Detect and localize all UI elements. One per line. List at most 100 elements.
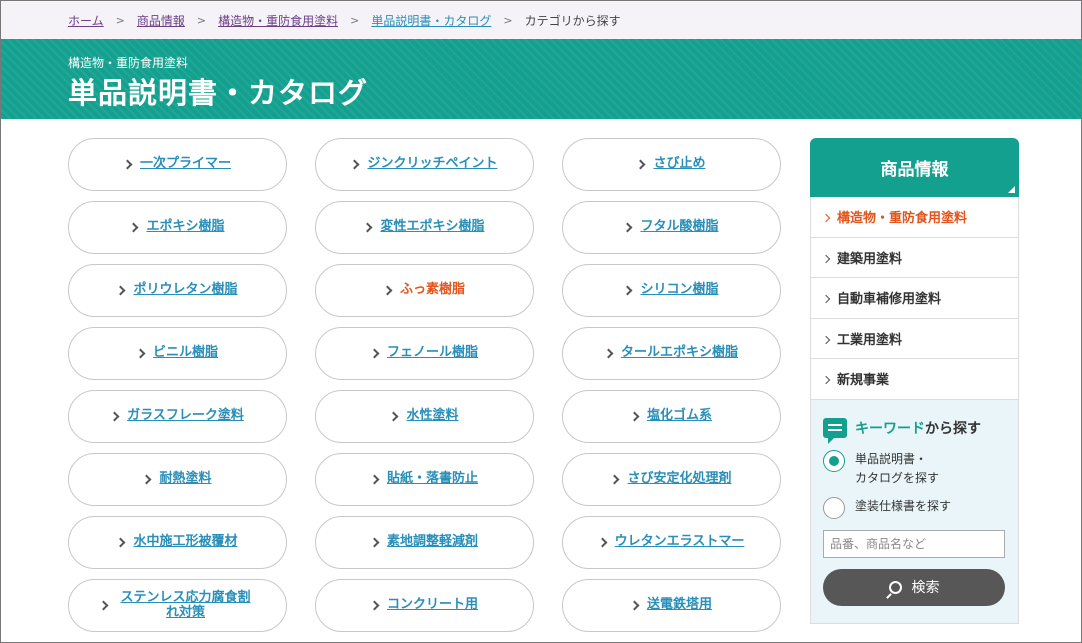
chevron-right-icon [610, 474, 620, 485]
keyword-title-rest: から探す [925, 420, 981, 437]
breadcrumb-separator: > [350, 13, 360, 27]
corner-triangle-icon [1008, 186, 1015, 193]
category-button[interactable]: 素地調整軽減剤 [315, 516, 534, 569]
breadcrumb-current: カテゴリから探す [524, 13, 621, 28]
chevron-right-icon [369, 348, 380, 359]
category-button[interactable]: ポリウレタン樹脂 [68, 264, 287, 317]
category-label: 塩化ゴム系 [646, 408, 712, 424]
chevron-right-icon [116, 285, 126, 296]
sidebar-list: 構造物・重防食用塗料 建築用塗料 自動車補修用塗料 工業用塗料 新規事業 [810, 197, 1019, 400]
category-grid: 一次プライマー ジンクリッチペイント さび止め エポキシ樹脂 変性エポキシ樹脂 … [68, 138, 781, 632]
radio-option-spec[interactable]: 塗装仕様書を探す [823, 496, 951, 519]
speech-bubble-icon [823, 417, 847, 444]
magnifier-icon [888, 580, 902, 594]
category-button[interactable]: ウレタンエラストマー [562, 516, 781, 569]
keyword-search-input[interactable] [823, 529, 1005, 558]
breadcrumb-structure-paint-link[interactable]: 構造物・重防食用塗料 [218, 12, 338, 29]
category-label: 送電鉄塔用 [646, 597, 712, 613]
chevron-right-icon [821, 214, 831, 223]
category-label: 水中施工形被覆材 [133, 534, 238, 550]
category-button[interactable]: 一次プライマー [68, 138, 287, 191]
category-label: 素地調整軽減剤 [386, 534, 478, 550]
category-button-active[interactable]: ふっ素樹脂 [315, 264, 534, 317]
category-label: タールエポキシ樹脂 [620, 345, 738, 361]
sidebar-item-label: 工業用塗料 [837, 332, 903, 348]
chevron-right-icon [821, 376, 831, 385]
category-label: ガラスフレーク塗料 [127, 408, 244, 424]
chevron-right-icon [629, 600, 640, 611]
category-label: 貼紙・落書防止 [386, 471, 478, 487]
radio-button-checked[interactable] [823, 449, 845, 472]
category-button[interactable]: エポキシ樹脂 [68, 201, 287, 254]
page-subtitle: 構造物・重防食用塗料 [68, 56, 189, 70]
sidebar: 商品情報 構造物・重防食用塗料 建築用塗料 自動車補修用塗料 工業用塗料 新規事… [810, 138, 1019, 624]
category-button[interactable]: シリコン樹脂 [562, 264, 781, 317]
category-button[interactable]: 変性エポキシ樹脂 [315, 201, 534, 254]
radio-label-line: 塗装仕様書を探す [855, 498, 952, 513]
keyword-search-panel: キーワードから探す 単品説明書・ カタログを探す 塗装仕様書を探す 検索 [810, 399, 1019, 624]
breadcrumb-home-link[interactable]: ホーム [68, 12, 104, 29]
sidebar-item-industrial[interactable]: 工業用塗料 [811, 319, 1018, 359]
category-button[interactable]: 水中施工形被覆材 [68, 516, 287, 569]
category-label: フェノール樹脂 [386, 345, 478, 361]
sidebar-item-auto-refinish[interactable]: 自動車補修用塗料 [811, 278, 1018, 319]
chevron-right-icon [382, 285, 393, 296]
chevron-right-icon [821, 335, 831, 344]
category-button[interactable]: タールエポキシ樹脂 [562, 327, 781, 380]
radio-option-catalog[interactable]: 単品説明書・ カタログを探す [823, 449, 939, 488]
chevron-right-icon [142, 474, 152, 485]
category-button[interactable]: さび安定化処理剤 [562, 453, 781, 506]
search-button-label: 検索 [911, 580, 940, 596]
category-label: ジンクリッチペイント [367, 156, 498, 172]
radio-label: 塗装仕様書を探す [855, 497, 951, 516]
radio-label: 単品説明書・ カタログを探す [855, 450, 939, 488]
chevron-right-icon [135, 348, 146, 359]
chevron-right-icon [623, 285, 633, 296]
chevron-right-icon [603, 348, 614, 359]
sidebar-item-new-business[interactable]: 新規事業 [811, 359, 1018, 400]
category-button[interactable]: ビニル樹脂 [68, 327, 287, 380]
sidebar-item-structure-paint[interactable]: 構造物・重防食用塗料 [811, 197, 1018, 238]
category-label: 変性エポキシ樹脂 [380, 219, 485, 235]
search-button[interactable]: 検索 [823, 568, 1005, 606]
category-button[interactable]: フェノール樹脂 [315, 327, 534, 380]
category-label: ポリウレタン樹脂 [133, 282, 238, 298]
category-label: フタル酸樹脂 [640, 219, 719, 235]
page-header: 構造物・重防食用塗料 単品説明書・カタログ [1, 39, 1081, 119]
breadcrumb-separator: > [115, 13, 125, 27]
category-button[interactable]: 塩化ゴム系 [562, 390, 781, 443]
category-button[interactable]: ステンレス応力腐食割れ対策 [68, 579, 287, 632]
breadcrumb-products-link[interactable]: 商品情報 [137, 12, 185, 29]
breadcrumb-catalog-link[interactable]: 単品説明書・カタログ [371, 12, 491, 29]
page-title: 単品説明書・カタログ [68, 76, 369, 110]
category-button[interactable]: コンクリート用 [315, 579, 534, 632]
category-label: 耐熱塗料 [159, 471, 212, 487]
sidebar-title: 商品情報 [880, 160, 949, 180]
category-button[interactable]: 耐熱塗料 [68, 453, 287, 506]
chevron-right-icon [98, 600, 108, 611]
category-button[interactable]: 貼紙・落書防止 [315, 453, 534, 506]
keyword-title-highlight: キーワード [855, 420, 925, 437]
category-label: コンクリート用 [386, 597, 478, 613]
chevron-right-icon [129, 222, 139, 233]
category-button[interactable]: 送電鉄塔用 [562, 579, 781, 632]
breadcrumb: ホーム > 商品情報 > 構造物・重防食用塗料 > 単品説明書・カタログ > カ… [1, 1, 1081, 39]
category-button[interactable]: フタル酸樹脂 [562, 201, 781, 254]
category-button[interactable]: ガラスフレーク塗料 [68, 390, 287, 443]
chevron-right-icon [629, 411, 640, 422]
keyword-search-title: キーワード から探す [823, 417, 981, 444]
category-button[interactable]: ジンクリッチペイント [315, 138, 534, 191]
sidebar-item-label: 新規事業 [837, 373, 890, 389]
chevron-right-icon [636, 159, 646, 170]
category-button[interactable]: さび止め [562, 138, 781, 191]
category-button[interactable]: 水性塗料 [315, 390, 534, 443]
radio-button[interactable] [823, 496, 845, 519]
breadcrumb-separator: > [503, 13, 513, 27]
sidebar-item-architecture-paint[interactable]: 建築用塗料 [811, 238, 1018, 278]
category-label: さび止め [653, 156, 706, 172]
chevron-right-icon [369, 600, 380, 611]
category-label: シリコン樹脂 [640, 282, 719, 298]
chevron-right-icon [369, 474, 380, 485]
category-label: 水性塗料 [406, 408, 459, 424]
chevron-right-icon [389, 411, 399, 422]
